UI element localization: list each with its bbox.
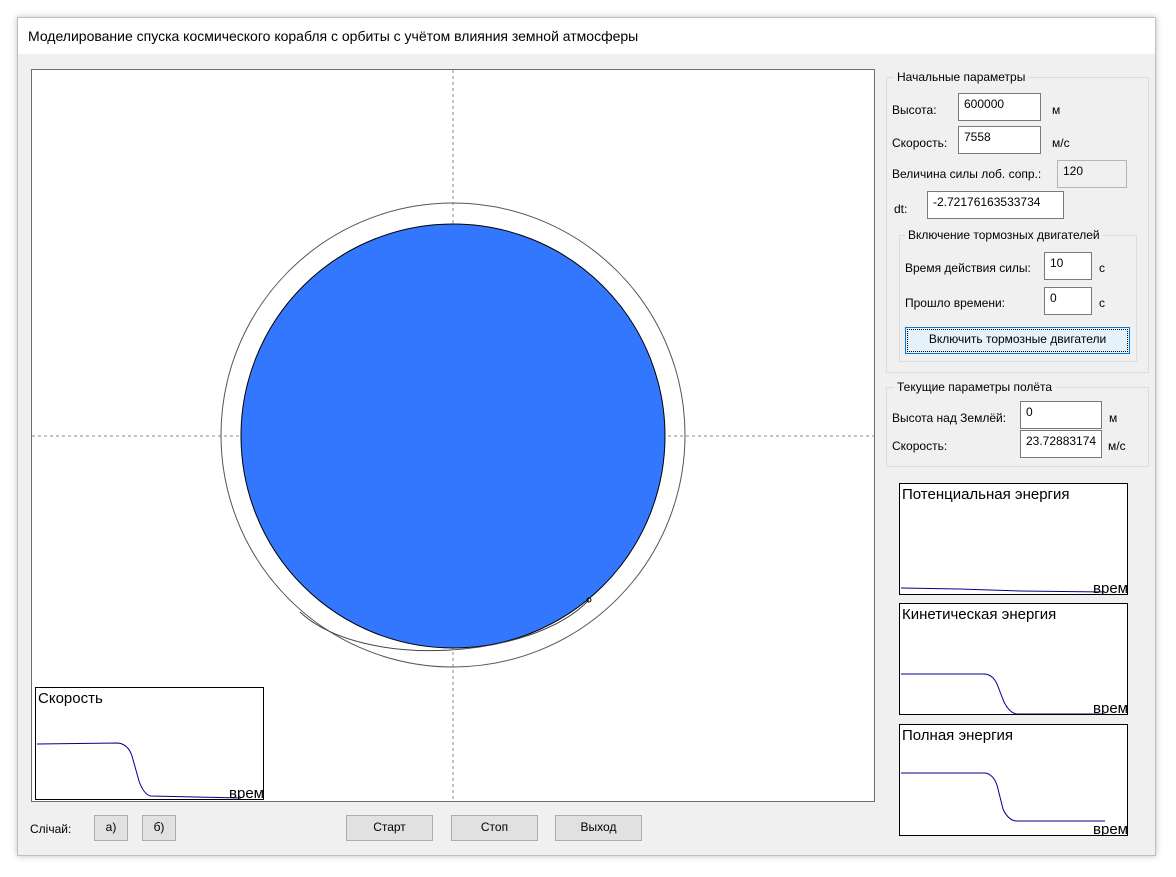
window-title: Моделирование спуска космического корабл…: [28, 28, 639, 44]
initial-params-legend: Начальные параметры: [894, 70, 1029, 84]
stop-button-label: Стоп: [480, 820, 509, 834]
force-time-input[interactable]: 10: [1044, 252, 1092, 280]
force-time-unit: с: [1099, 261, 1105, 275]
kinetic-energy-curve: [901, 673, 1105, 714]
exit-button-label: Выход: [580, 820, 617, 834]
current-speed-input[interactable]: 23.72883174: [1020, 430, 1102, 458]
speed-unit: м/с: [1052, 136, 1070, 150]
current-speed-label: Скорость:: [892, 439, 948, 453]
total-energy-xlabel: врем: [1093, 821, 1128, 836]
kinetic-energy-xlabel: врем: [1093, 700, 1128, 715]
brakes-legend: Включение тормозных двигателей: [905, 228, 1103, 242]
kinetic-energy-title: Кинетическая энергия: [902, 606, 1057, 623]
elapsed-input[interactable]: 0: [1044, 287, 1092, 315]
elapsed-label: Прошло времени:: [905, 296, 1006, 310]
elapsed-unit: с: [1099, 296, 1105, 310]
total-energy-graph: Полная энергия врем: [899, 724, 1128, 836]
speed-graph-title: Скорость: [38, 690, 103, 707]
dt-label: dt:: [894, 202, 908, 216]
case-a-label: а): [105, 820, 117, 834]
potential-energy-title: Потенциальная энергия: [902, 486, 1070, 503]
potential-energy-graph: Потенциальная энергия врем: [899, 483, 1128, 595]
height-input[interactable]: 600000: [958, 93, 1041, 121]
start-button-label: Старт: [373, 820, 406, 834]
height-unit: м: [1052, 103, 1061, 117]
speed-input[interactable]: 7558: [958, 126, 1041, 154]
stop-button[interactable]: Стоп: [451, 815, 538, 841]
height-label: Высота:: [892, 103, 937, 117]
main-window: Моделирование спуска космического корабл…: [17, 17, 1156, 856]
title-bar: Моделирование спуска космического корабл…: [18, 18, 1155, 54]
potential-energy-curve: [900, 587, 1106, 593]
speed-graph: Скорость врем: [35, 687, 264, 800]
enable-brakes-button[interactable]: Включить тормозные двигатели: [905, 327, 1130, 354]
case-b-button[interactable]: б): [142, 815, 176, 841]
current-speed-unit: м/с: [1108, 439, 1126, 453]
current-params-group: Текущие параметры полёта: [886, 380, 1149, 467]
earth-disc: [240, 223, 666, 649]
dt-input[interactable]: -2.72176163533734: [927, 191, 1064, 219]
start-button[interactable]: Старт: [346, 815, 433, 841]
potential-energy-xlabel: врем: [1093, 580, 1128, 595]
simulation-canvas: Скорость врем: [31, 69, 875, 802]
kinetic-energy-graph: Кинетическая энергия врем: [899, 603, 1128, 715]
enable-brakes-button-label: Включить тормозные двигатели: [928, 332, 1107, 346]
current-params-legend: Текущие параметры полёта: [894, 380, 1056, 394]
altitude-input[interactable]: 0: [1020, 401, 1102, 429]
case-b-label: б): [153, 820, 165, 834]
drag-input[interactable]: 120: [1057, 160, 1127, 188]
speed-curve: [36, 742, 242, 799]
exit-button[interactable]: Выход: [555, 815, 642, 841]
force-time-label: Время действия силы:: [905, 261, 1031, 275]
case-a-button[interactable]: а): [94, 815, 128, 841]
altitude-label: Высота над Землёй:: [892, 411, 1007, 425]
drag-label: Величина силы лоб. сопр.:: [892, 167, 1042, 181]
speed-label: Скорость:: [892, 136, 948, 150]
altitude-unit: м: [1109, 411, 1118, 425]
total-energy-curve: [901, 772, 1105, 822]
compare-label: Слічай:: [30, 822, 72, 836]
speed-graph-xlabel: врем: [229, 785, 264, 800]
total-energy-title: Полная энергия: [902, 727, 1014, 744]
